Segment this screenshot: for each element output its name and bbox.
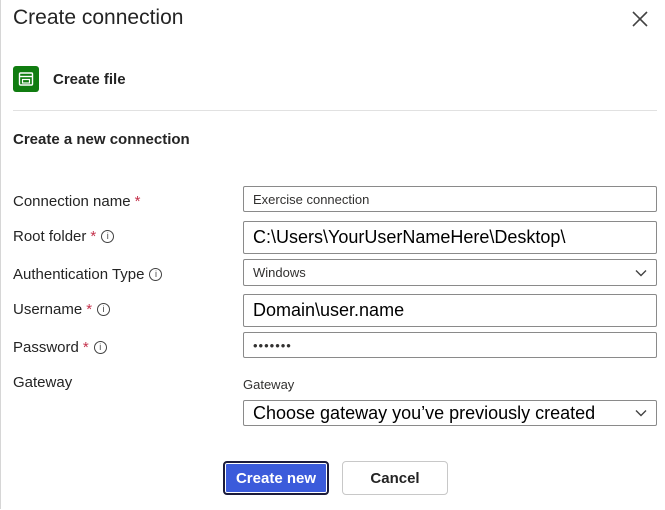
chevron-down-icon <box>635 269 647 276</box>
close-icon[interactable] <box>629 8 651 30</box>
gateway-value: Choose gateway you’ve previously created <box>253 402 596 423</box>
dialog-title: Create connection <box>13 6 184 29</box>
connection-name-label-text: Connection name <box>13 193 131 210</box>
gateway-label: Gateway <box>13 374 72 391</box>
create-file-label: Create file <box>53 70 126 88</box>
chevron-down-icon <box>635 410 647 417</box>
required-marker: * <box>86 301 93 318</box>
cancel-button[interactable]: Cancel <box>342 461 448 495</box>
auth-type-select[interactable]: Windows <box>243 259 657 286</box>
create-new-button[interactable]: Create new <box>223 461 329 495</box>
password-label-text: Password <box>13 339 79 356</box>
root-folder-input[interactable]: C:\Users\YourUserNameHere\Desktop\ <box>243 221 657 254</box>
root-folder-label-text: Root folder <box>13 228 87 245</box>
root-folder-value: C:\Users\YourUserNameHere\Desktop\ <box>253 227 566 247</box>
username-input[interactable]: Domain\user.name <box>243 294 657 327</box>
divider <box>13 110 657 111</box>
required-marker: * <box>82 339 89 356</box>
username-value: Domain\user.name <box>253 300 405 320</box>
create-file-row[interactable]: Create file <box>13 65 126 93</box>
gateway-sublabel: Gateway <box>243 377 295 392</box>
password-label: Password * i <box>13 339 107 356</box>
auth-type-label: Authentication Type i <box>13 266 163 283</box>
section-title: Create a new connection <box>13 131 190 148</box>
username-label: Username * i <box>13 301 111 318</box>
password-value: ••••••• <box>253 337 292 353</box>
connection-name-label: Connection name * <box>13 193 140 210</box>
file-icon <box>13 66 39 92</box>
info-icon[interactable]: i <box>101 230 115 243</box>
create-connection-dialog: Create connection Create file Create a n… <box>0 0 664 509</box>
info-icon[interactable]: i <box>149 268 163 281</box>
info-icon[interactable]: i <box>97 303 111 316</box>
auth-type-value: Windows <box>253 265 306 280</box>
connection-name-input[interactable]: Exercise connection <box>243 186 657 212</box>
connection-name-value: Exercise connection <box>253 191 370 207</box>
auth-type-label-text: Authentication Type <box>13 266 145 283</box>
password-input[interactable]: ••••••• <box>243 332 657 358</box>
username-label-text: Username <box>13 301 83 318</box>
gateway-select[interactable]: Choose gateway you’ve previously created <box>243 400 657 426</box>
gateway-label-text: Gateway <box>13 374 73 391</box>
required-marker: * <box>90 228 97 245</box>
root-folder-label: Root folder * i <box>13 228 115 245</box>
info-icon[interactable]: i <box>93 341 107 354</box>
required-marker: * <box>134 193 141 210</box>
